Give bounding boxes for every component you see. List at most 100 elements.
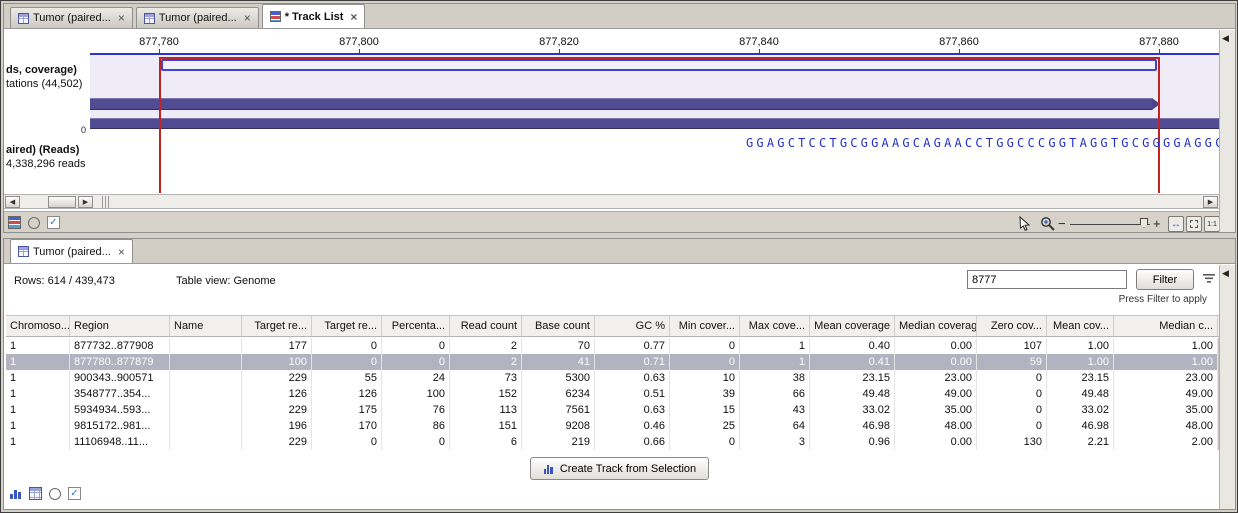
column-header[interactable]: Read count [450, 316, 522, 336]
column-header[interactable]: Mean cov... [1047, 316, 1114, 336]
column-header[interactable]: Chromoso... [6, 316, 70, 336]
track-view: 877,780877,800877,820877,840877,860877,8… [4, 30, 1235, 232]
filter-button[interactable]: Filter [1136, 269, 1194, 290]
selected-annotation-box[interactable] [161, 59, 1157, 71]
scroll-right-end-button[interactable]: ▶ [1203, 196, 1218, 208]
table-cell: 49.00 [895, 386, 977, 402]
notes-view-icon[interactable]: ✓ [47, 216, 62, 231]
table-cell: 46.98 [810, 418, 895, 434]
column-header[interactable]: Zero cov... [977, 316, 1047, 336]
annotation-bar[interactable] [90, 98, 1152, 110]
table-cell: 33.02 [1047, 402, 1114, 418]
circle-view-icon[interactable] [49, 488, 61, 500]
collapse-side-panel-icon[interactable]: ◀ [1222, 33, 1229, 44]
table-row[interactable]: 13548777..354...12612610015262340.513966… [6, 386, 1218, 402]
zoom-in-button[interactable]: + [1153, 216, 1161, 231]
advanced-filter-icon[interactable] [1202, 273, 1216, 288]
column-header[interactable]: Max cove... [740, 316, 810, 336]
table-row[interactable]: 1877780..877879100002410.71010.410.00591… [6, 354, 1218, 370]
column-header[interactable]: GC % [595, 316, 670, 336]
table-cell: 33.02 [810, 402, 895, 418]
column-header[interactable]: Mean coverage [810, 316, 895, 336]
table-cell: 9815172..981... [70, 418, 170, 434]
zoom-fit-width-icon[interactable]: ↔ [1168, 216, 1184, 232]
table-cell: 113 [450, 402, 522, 418]
cursor-pointer-icon[interactable] [1018, 216, 1033, 231]
zoom-out-button[interactable]: − [1058, 216, 1066, 231]
label-column-splitter[interactable] [102, 196, 109, 208]
table-cell: 0.00 [895, 338, 977, 354]
table-row[interactable]: 1877732..877908177002700.77010.400.00107… [6, 338, 1218, 354]
scrollbar-thumb[interactable] [48, 196, 76, 208]
table-cell: 48.00 [895, 418, 977, 434]
ruler-tick-mark [359, 49, 360, 53]
track-view-icon[interactable] [9, 487, 22, 500]
close-icon[interactable]: × [244, 13, 251, 23]
create-track-button[interactable]: Create Track from Selection [530, 457, 709, 480]
table-panel: Tumor (paired... × Rows: 614 / 439,473 T… [3, 238, 1236, 510]
scroll-right-button[interactable]: ▶ [78, 196, 93, 208]
zoom-100-icon[interactable]: 1:1 [1204, 216, 1220, 232]
zoom-selection-icon[interactable] [1186, 216, 1202, 232]
ruler-tick-label: 877,840 [739, 36, 779, 48]
table-row[interactable]: 15934934..593...2291757611375610.6315433… [6, 402, 1218, 418]
table-cell: 219 [522, 434, 595, 450]
table-cell: 1 [740, 338, 810, 354]
table-row[interactable]: 111106948..11...2290062190.66030.960.001… [6, 434, 1218, 450]
column-header[interactable]: Region [70, 316, 170, 336]
table-cell: 35.00 [895, 402, 977, 418]
close-icon[interactable]: × [118, 247, 125, 257]
close-icon[interactable]: × [350, 12, 357, 22]
zoom-slider-track[interactable] [1070, 224, 1150, 225]
table-row[interactable]: 19815172..981...1961708615192080.4625644… [6, 418, 1218, 434]
table-cell: 877780..877879 [70, 354, 170, 370]
scroll-left-button[interactable]: ◀ [5, 196, 20, 208]
zoom-slider-handle[interactable] [1140, 218, 1148, 228]
bar-chart-icon [543, 463, 554, 475]
table-cell: 877732..877908 [70, 338, 170, 354]
column-header[interactable]: Name [170, 316, 242, 336]
horizontal-scrollbar[interactable]: ◀ ▶ ▶ [4, 194, 1219, 209]
column-header[interactable]: Base count [522, 316, 595, 336]
tab-tumor-table[interactable]: Tumor (paired... × [10, 239, 133, 263]
table-cell: 0 [382, 434, 450, 450]
table-icon [144, 13, 155, 24]
table-view-icon[interactable] [29, 487, 42, 500]
column-header[interactable]: Target re... [242, 316, 312, 336]
close-icon[interactable]: × [118, 13, 125, 23]
table-cell: 0.46 [595, 418, 670, 434]
table-cell: 3548777..354... [70, 386, 170, 402]
notes-view-icon[interactable]: ✓ [68, 487, 81, 500]
table-view-label: Table view: Genome [176, 275, 276, 287]
table-cell: 43 [740, 402, 810, 418]
table-row[interactable]: 1900343..90057122955247353000.63103823.1… [6, 370, 1218, 386]
track-list-view-icon[interactable] [8, 216, 23, 231]
table-cell: 0.71 [595, 354, 670, 370]
zoom-magnifier-icon[interactable] [1040, 216, 1055, 231]
table-cell [170, 370, 242, 386]
tab-tumor-table-2[interactable]: Tumor (paired... × [136, 7, 259, 28]
column-header[interactable]: Target re... [312, 316, 382, 336]
circle-view-icon[interactable] [28, 216, 43, 231]
table-cell: 6234 [522, 386, 595, 402]
filter-input[interactable] [967, 270, 1127, 289]
dna-sequence: GGAGCTCCTGCGGAAGCAGAACCTGGCCCGGTAGGTGCGG… [746, 136, 1220, 152]
column-header[interactable]: Median coverage [895, 316, 977, 336]
tab-track-list[interactable]: * Track List × [262, 4, 366, 28]
table-cell: 126 [312, 386, 382, 402]
table-cell: 64 [740, 418, 810, 434]
column-header[interactable]: Min cover... [670, 316, 740, 336]
table-cell: 49.00 [1114, 386, 1218, 402]
column-header[interactable]: Median c... [1114, 316, 1218, 336]
table-cell: 76 [382, 402, 450, 418]
table-cell: 0 [312, 434, 382, 450]
column-header[interactable]: Percenta... [382, 316, 450, 336]
track-toolbar: ✓ − + ↔ 1:1 [4, 211, 1219, 232]
table-cell: 1.00 [1047, 354, 1114, 370]
annotation-bar[interactable] [90, 118, 1220, 129]
table-cell [170, 434, 242, 450]
table-cell: 1 [6, 354, 70, 370]
tab-tumor-table-1[interactable]: Tumor (paired... × [10, 7, 133, 28]
annotation-bar-arrow [1152, 98, 1160, 110]
collapse-side-panel-icon[interactable]: ◀ [1222, 268, 1229, 279]
